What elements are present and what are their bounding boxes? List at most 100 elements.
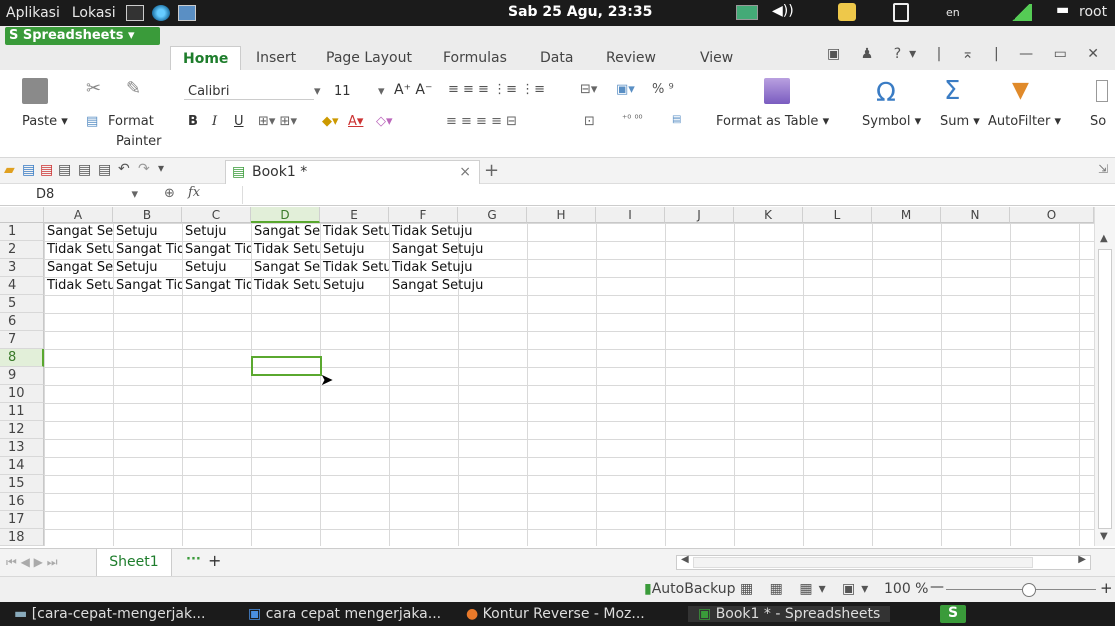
clear-format-icon[interactable]: ◇▾	[376, 114, 393, 129]
column-header[interactable]: I	[596, 207, 665, 223]
print-preview-icon[interactable]: ▤	[78, 162, 91, 178]
brush-icon[interactable]: ✎	[126, 78, 141, 99]
cell-A3[interactable]: Sangat Se	[45, 259, 113, 277]
row-header[interactable]: 4	[0, 277, 44, 295]
taskbar-item-spreadsheets[interactable]: ▣ Book1 * - Spreadsheets	[688, 606, 891, 622]
language-indicator[interactable]: en	[946, 6, 960, 19]
bold-button[interactable]: B	[188, 114, 198, 129]
applications-menu[interactable]: Aplikasi	[0, 5, 66, 21]
grow-font-icon[interactable]: A⁺ A⁻	[394, 82, 432, 98]
table-style-icon[interactable]	[764, 78, 790, 104]
add-sheet-button[interactable]: +	[208, 551, 221, 570]
symbol-button[interactable]: Symbol ▾	[862, 114, 921, 129]
italic-button[interactable]: I	[212, 114, 217, 129]
export-pdf-icon[interactable]: ▤	[40, 162, 53, 178]
document-tab[interactable]: ▤ Book1 * ×	[225, 160, 480, 184]
clock[interactable]: Sab 25 Agu, 23:35	[508, 4, 652, 20]
user-name[interactable]: root	[1079, 4, 1107, 20]
column-header[interactable]: J	[665, 207, 734, 223]
column-header-active[interactable]: D	[251, 207, 320, 223]
vertical-scrollbar[interactable]: ▲ ▼	[1094, 207, 1115, 546]
volume-icon[interactable]: ◀))	[772, 3, 794, 19]
tab-home[interactable]: Home	[170, 46, 242, 70]
tab-view[interactable]: View	[700, 46, 733, 70]
column-header[interactable]: M	[872, 207, 941, 223]
sum-icon[interactable]: Σ	[944, 76, 960, 106]
tab-formulas[interactable]: Formulas	[443, 46, 507, 70]
row-header[interactable]: 10	[0, 385, 44, 403]
paste-button[interactable]: Paste ▾	[22, 114, 68, 129]
fx-icon[interactable]: fx	[188, 185, 200, 200]
browser-icon[interactable]	[151, 5, 170, 21]
row-header[interactable]: 17	[0, 511, 44, 529]
cell-A4[interactable]: Tidak Setu	[45, 277, 113, 295]
paste-icon[interactable]	[22, 78, 48, 104]
cell-F4[interactable]: Sangat Setuju	[390, 277, 510, 295]
chat-icon[interactable]: ▬	[1056, 2, 1069, 18]
format-as-table-button[interactable]: Format as Table ▾	[716, 114, 829, 129]
wrap-text-icon[interactable]: ⊟▾	[580, 82, 597, 97]
sheet-tab-sheet1[interactable]: Sheet1	[96, 549, 172, 576]
vertical-scroll-thumb[interactable]	[1098, 249, 1112, 529]
number-format-icon[interactable]: ▣▾	[616, 82, 635, 97]
row-header-active[interactable]: 8	[0, 349, 44, 367]
cell-F2[interactable]: Sangat Setuju	[390, 241, 510, 259]
row-header[interactable]: 3	[0, 259, 44, 277]
spreadsheets-app-button[interactable]: S Spreadsheets ▾	[5, 27, 160, 45]
zoom-level[interactable]: 100 %	[884, 581, 928, 597]
row-header[interactable]: 15	[0, 475, 44, 493]
close-tab-icon[interactable]: ×	[459, 161, 471, 183]
cell-D2[interactable]: Tidak Setu	[252, 241, 320, 259]
cell-B3[interactable]: Setuju	[114, 259, 182, 277]
cond-format-icon[interactable]: ▤	[672, 114, 681, 125]
formula-input[interactable]	[242, 186, 1094, 204]
row-header[interactable]: 14	[0, 457, 44, 475]
horizontal-align-icons[interactable]: ≡ ≡ ≡ ≡ ⊟	[446, 114, 517, 129]
update-icon[interactable]	[838, 3, 856, 21]
zoom-out-button[interactable]: —	[930, 579, 944, 595]
signal-icon[interactable]	[1010, 4, 1032, 21]
autofilter-button[interactable]: AutoFilter ▾	[988, 114, 1061, 129]
places-menu[interactable]: Lokasi	[66, 5, 122, 21]
cell-E4[interactable]: Setuju	[321, 277, 389, 295]
cell-C1[interactable]: Setuju	[183, 223, 251, 241]
tab-review[interactable]: Review	[606, 46, 656, 70]
cell-D1[interactable]: Sangat Se	[252, 223, 320, 241]
horizontal-scroll-thumb[interactable]	[693, 557, 1033, 568]
network-icon[interactable]	[736, 5, 758, 20]
align-top-icons[interactable]: ≡ ≡ ≡ ⋮≡ ⋮≡	[448, 82, 545, 97]
column-header[interactable]: B	[113, 207, 182, 223]
row-header[interactable]: 7	[0, 331, 44, 349]
cut-icon[interactable]: ✂	[86, 78, 101, 99]
taskbar-item-folder[interactable]: ▬ [cara-cepat-mengerjak...	[14, 606, 205, 622]
percent-format[interactable]: % ⁹	[652, 82, 674, 97]
decimal-icons[interactable]: ⁺⁰ ⁰⁰	[622, 114, 642, 125]
zoom-slider-knob[interactable]	[1021, 583, 1036, 597]
new-tab-button[interactable]: +	[484, 160, 499, 181]
cell-A1[interactable]: Sangat Se	[45, 223, 113, 241]
cell-D3[interactable]: Sangat Se	[252, 259, 320, 277]
zoom-in-button[interactable]: +	[1100, 579, 1113, 597]
underline-button[interactable]: U	[234, 114, 244, 129]
row-header[interactable]: 5	[0, 295, 44, 313]
row-header[interactable]: 12	[0, 421, 44, 439]
column-header[interactable]: N	[941, 207, 1010, 223]
borders-icon[interactable]: ⊞▾ ⊞▾	[258, 114, 297, 129]
sheet-nav-icons[interactable]: ⏮ ◀ ▶ ⏭	[6, 555, 58, 570]
window-controls[interactable]: ▣ ♟ ?▾ | ⌅ | — ▭ ✕	[827, 46, 1107, 62]
zoom-formula-icon[interactable]: ⊕	[164, 186, 175, 201]
column-header[interactable]: K	[734, 207, 803, 223]
font-size-select[interactable]: 11	[330, 84, 378, 99]
tab-insert[interactable]: Insert	[256, 46, 296, 70]
column-header[interactable]: A	[44, 207, 113, 223]
cell-C4[interactable]: Sangat Tid	[183, 277, 251, 295]
format-painter-button[interactable]: Format	[108, 114, 154, 129]
scroll-left-icon[interactable]: ◀	[681, 554, 689, 565]
scroll-down-icon[interactable]: ▼	[1100, 531, 1108, 542]
clipboard-icon[interactable]	[893, 3, 909, 22]
taskbar-item-word[interactable]: ▣ cara cepat mengerjaka...	[248, 606, 441, 622]
cell-B1[interactable]: Setuju	[114, 223, 182, 241]
font-name-select[interactable]: Calibri	[184, 84, 314, 100]
font-color-icon[interactable]: A▾	[348, 114, 363, 129]
sort-button[interactable]: So	[1090, 114, 1106, 129]
